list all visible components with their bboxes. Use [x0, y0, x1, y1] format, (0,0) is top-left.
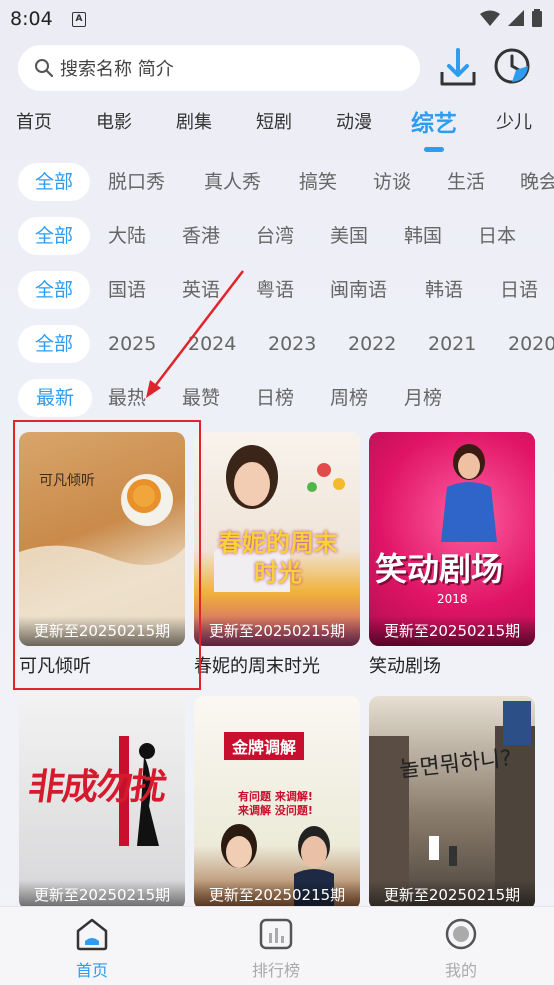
home-icon [76, 918, 108, 951]
nav-home[interactable]: 首页 [52, 917, 132, 981]
nav-home-label: 首页 [75, 961, 108, 980]
chart-icon [259, 918, 293, 950]
nav-profile-label: 我的 [444, 961, 477, 980]
bottom-nav: 首页 排行榜 我的 [0, 906, 554, 985]
nav-ranking[interactable]: 排行榜 [236, 917, 316, 981]
nav-profile[interactable]: 我的 [421, 917, 501, 981]
profile-icon [445, 918, 477, 950]
nav-ranking-label: 排行榜 [251, 961, 300, 980]
annotation-arrow [146, 270, 244, 398]
